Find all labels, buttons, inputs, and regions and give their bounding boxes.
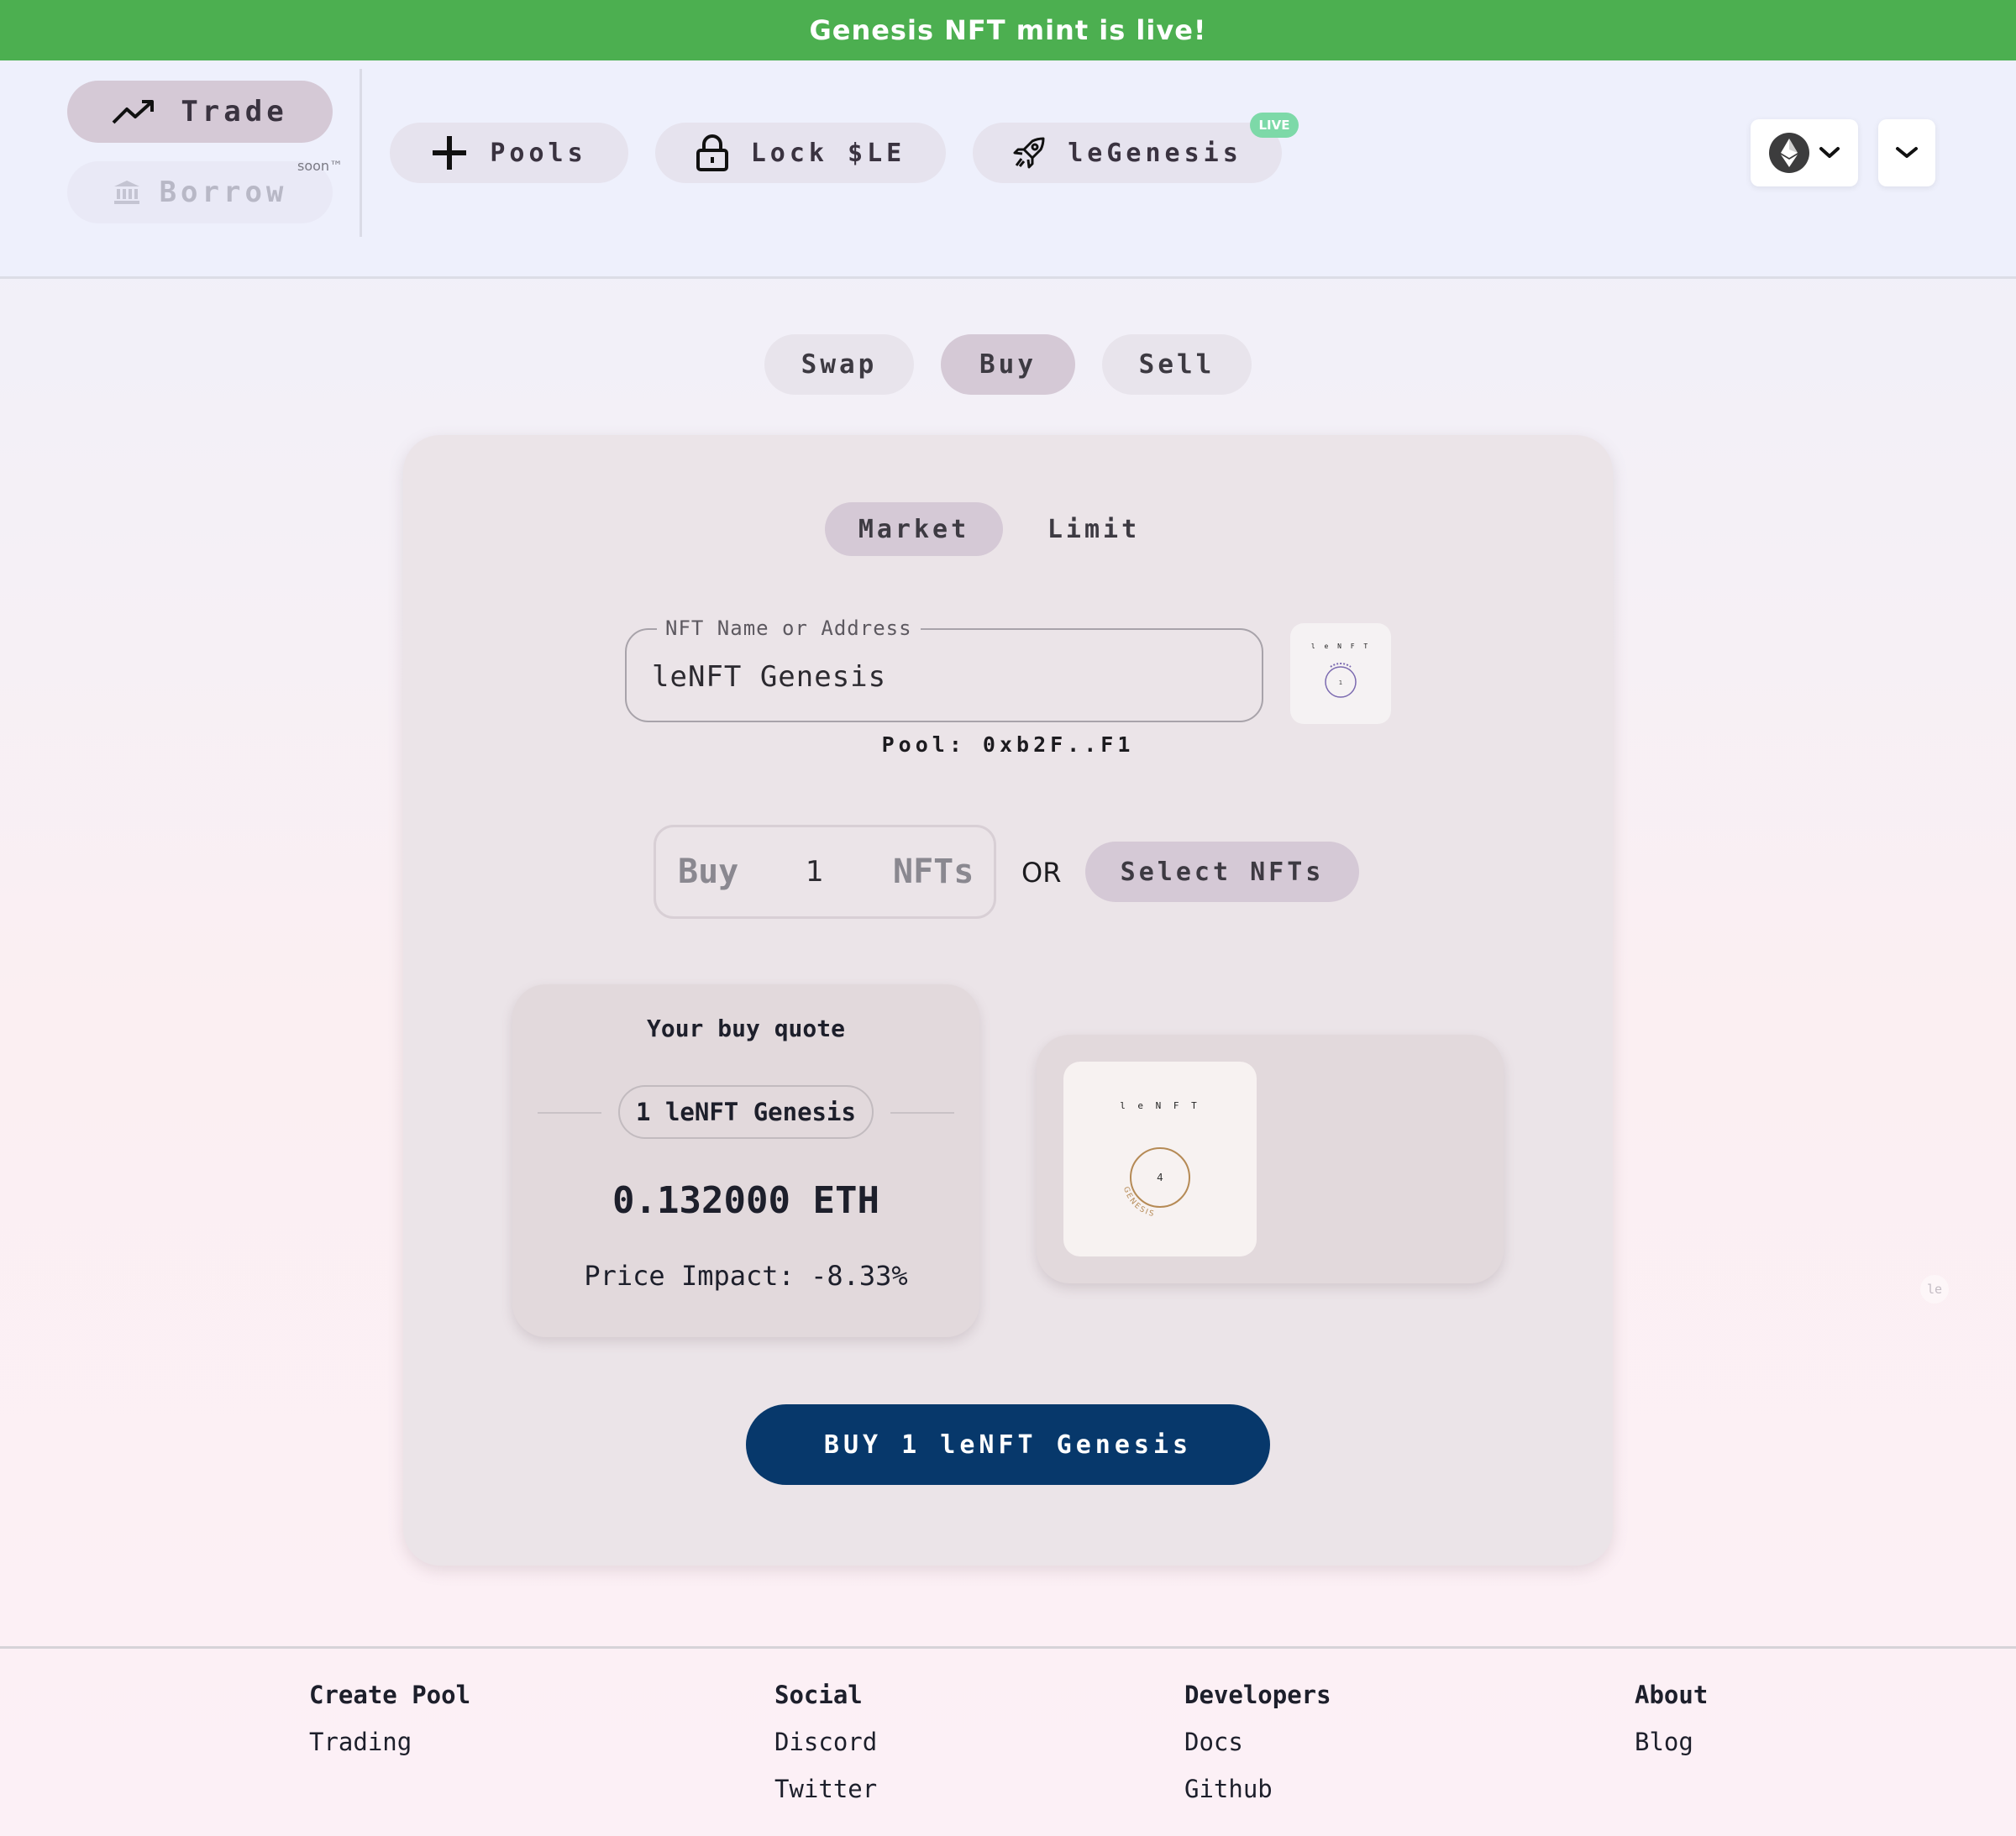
header: Trade Borrow soon™ Pools Lock $LE leGene… [0, 60, 2016, 279]
lock-icon [696, 134, 728, 171]
tab-market[interactable]: Market [825, 502, 1003, 556]
nft-address-value: leNFT Genesis [652, 660, 887, 694]
chevron-down-icon [1819, 147, 1840, 158]
svg-text:GENESIS: GENESIS [1121, 1186, 1156, 1220]
footer-link-discord[interactable]: Discord [774, 1728, 877, 1756]
nav-lock-label: Lock $LE [750, 138, 906, 168]
selected-nft-gallery: l e N F T 4 GENESIS [1037, 1035, 1504, 1283]
chevron-down-icon [1896, 147, 1918, 158]
thumb-number: 1 [1339, 679, 1342, 686]
footer: Create Pool Trading Social Discord Twitt… [0, 1646, 2016, 1836]
trending-up-icon [112, 100, 155, 124]
footer-link-trading[interactable]: Trading [309, 1728, 470, 1756]
tab-limit[interactable]: Limit [1028, 502, 1159, 556]
thumb-title: l e N F T [1311, 643, 1370, 650]
account-menu-button[interactable] [1878, 119, 1935, 186]
pool-address[interactable]: Pool: 0xb2F..F1 [403, 732, 1613, 757]
quote-price-impact: Price Impact: -8.33% [584, 1260, 908, 1292]
footer-heading: Create Pool [309, 1681, 471, 1709]
buy-button[interactable]: BUY 1 leNFT Genesis [746, 1404, 1270, 1485]
banner-text: Genesis NFT mint is live! [809, 14, 1207, 46]
nav-trade-button[interactable]: Trade [67, 81, 333, 143]
network-selector[interactable] [1751, 119, 1858, 186]
select-nfts-button[interactable]: Select NFTs [1085, 842, 1359, 902]
footer-link-blog[interactable]: Blog [1635, 1728, 1708, 1756]
quantity-suffix: NFTs [893, 852, 974, 891]
collection-logo-image: l e N F T 1 [1311, 643, 1370, 698]
nav-pools-label: Pools [490, 138, 587, 168]
footer-heading: About [1635, 1681, 1709, 1709]
live-badge: LIVE [1250, 113, 1299, 138]
nft-card-title: l e N F T [1120, 1100, 1200, 1111]
footer-column-social: Social Discord Twitter [774, 1681, 877, 1822]
footer-heading: Social [774, 1681, 863, 1709]
bank-icon [113, 181, 139, 204]
nav-borrow-button: Borrow [67, 161, 333, 223]
quantity-value[interactable]: 1 [806, 855, 824, 889]
borrow-soon-tag: soon™ [297, 158, 344, 174]
footer-heading: Developers [1184, 1681, 1331, 1709]
nav-lock-button[interactable]: Lock $LE [655, 123, 946, 183]
nft-card-arc-text: GENESIS [1121, 1186, 1154, 1220]
plus-icon [433, 136, 467, 170]
quote-price: 0.132000 ETH [612, 1179, 879, 1222]
nft-address-field[interactable]: NFT Name or Address leNFT Genesis [625, 616, 1263, 722]
tab-buy[interactable]: Buy [941, 334, 1075, 395]
quote-divider-left [538, 1112, 601, 1114]
nav-legenesis-button[interactable]: leGenesis [973, 123, 1282, 183]
quote-item: 1 leNFT Genesis [618, 1085, 874, 1139]
footer-column-developers: Developers Docs Github [1184, 1681, 1331, 1822]
side-badge[interactable]: le [1920, 1275, 1949, 1304]
nav-legenesis-label: leGenesis [1068, 138, 1242, 168]
footer-column-about: About Blog [1635, 1681, 1708, 1775]
nav-divider [360, 69, 362, 237]
tab-sell[interactable]: Sell [1102, 334, 1252, 395]
tab-swap[interactable]: Swap [764, 334, 914, 395]
footer-column-create-pool: Create Pool Trading [309, 1681, 470, 1775]
quote-divider-right [890, 1112, 954, 1114]
nft-image: l e N F T 4 GENESIS [1120, 1100, 1200, 1220]
ethereum-icon [1769, 133, 1809, 173]
nft-card-number: 4 [1157, 1172, 1163, 1183]
nft-address-label: NFT Name or Address [657, 616, 921, 640]
nav-pools-button[interactable]: Pools [390, 123, 628, 183]
buy-quote-panel: Your buy quote 1 leNFT Genesis 0.132000 … [512, 984, 979, 1337]
rocket-icon [1013, 137, 1045, 169]
footer-link-docs[interactable]: Docs [1184, 1728, 1331, 1756]
quantity-prefix: Buy [678, 852, 739, 891]
nav-trade-label: Trade [181, 95, 288, 129]
collection-thumbnail: l e N F T 1 [1290, 623, 1391, 724]
trade-card: Market Limit NFT Name or Address leNFT G… [403, 435, 1613, 1566]
footer-link-github[interactable]: Github [1184, 1775, 1331, 1803]
nav-borrow-label: Borrow [159, 176, 288, 209]
nft-card[interactable]: l e N F T 4 GENESIS [1063, 1062, 1257, 1256]
quote-title: Your buy quote [646, 1015, 845, 1042]
footer-link-twitter[interactable]: Twitter [774, 1775, 877, 1803]
or-separator: OR [1021, 857, 1062, 889]
quantity-input[interactable]: Buy 1 NFTs [654, 825, 996, 919]
announcement-banner[interactable]: Genesis NFT mint is live! [0, 0, 2016, 60]
